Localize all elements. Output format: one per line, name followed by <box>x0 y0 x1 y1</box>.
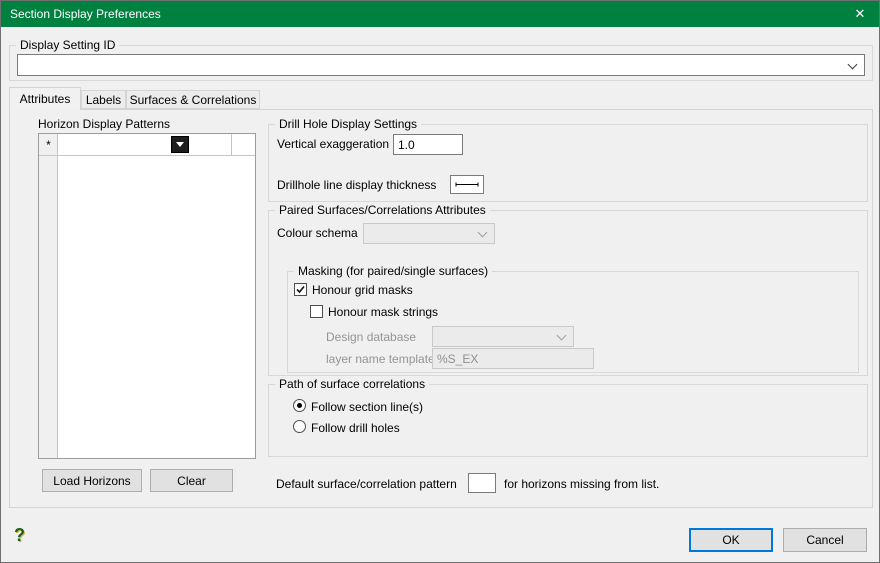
tab-attributes[interactable]: Attributes <box>9 87 81 110</box>
dropdown-arrow-icon <box>176 142 184 147</box>
tab-labels-label: Labels <box>86 93 121 107</box>
drill-hole-display-settings-title: Drill Hole Display Settings <box>275 117 421 132</box>
section-display-preferences-dialog: Section Display Preferences ✕ Display Se… <box>0 0 880 563</box>
default-pattern-suffix-label: for horizons missing from list. <box>504 477 659 491</box>
default-pattern-input[interactable] <box>468 473 496 493</box>
title-bar: Section Display Preferences <box>1 1 879 27</box>
close-button[interactable]: ✕ <box>841 1 879 27</box>
display-setting-id-label: Display Setting ID <box>16 38 119 53</box>
horizon-patterns-grid[interactable]: * <box>38 133 256 459</box>
layer-name-template-label: layer name template <box>326 352 435 366</box>
drillhole-line-thickness-label: Drillhole line display thickness <box>277 178 436 192</box>
grid-pattern-dropdown-button[interactable] <box>171 136 189 153</box>
honour-grid-masks-checkbox[interactable] <box>294 283 307 296</box>
path-of-surface-correlations-title: Path of surface correlations <box>275 377 429 392</box>
display-setting-id-combobox[interactable] <box>17 54 865 76</box>
colour-schema-label: Colour schema <box>277 226 358 240</box>
close-icon: ✕ <box>855 6 866 22</box>
default-pattern-label: Default surface/correlation pattern <box>276 477 457 491</box>
attributes-tab-panel: Horizon Display Patterns * Load Horizons… <box>9 109 873 508</box>
tab-attributes-label: Attributes <box>20 92 71 106</box>
honour-mask-strings-label: Honour mask strings <box>328 305 438 319</box>
tab-surfaces-correlations[interactable]: Surfaces & Correlations <box>126 90 260 109</box>
design-database-combobox[interactable] <box>432 326 574 347</box>
radio-dot-icon <box>297 403 302 408</box>
grid-row-divider <box>39 155 255 156</box>
display-setting-id-group: Display Setting ID <box>9 45 873 81</box>
follow-section-lines-label: Follow section line(s) <box>311 400 423 414</box>
path-of-surface-correlations-group: Path of surface correlations Follow sect… <box>268 384 868 457</box>
tab-labels[interactable]: Labels <box>81 90 126 109</box>
honour-grid-masks-label: Honour grid masks <box>312 283 413 297</box>
masking-group-title: Masking (for paired/single surfaces) <box>294 264 492 279</box>
help-icon[interactable]: ? <box>14 525 25 545</box>
follow-drill-holes-radio[interactable] <box>293 420 306 433</box>
grid-column-divider <box>231 134 232 155</box>
layer-name-template-input[interactable] <box>432 348 594 369</box>
clear-button[interactable]: Clear <box>150 469 233 492</box>
vertical-exaggeration-input[interactable] <box>393 134 463 155</box>
checkmark-icon <box>295 284 306 295</box>
drill-hole-display-settings-group: Drill Hole Display Settings Vertical exa… <box>268 124 868 202</box>
chevron-down-icon <box>478 228 488 238</box>
cancel-button[interactable]: Cancel <box>783 528 867 552</box>
line-thickness-button[interactable] <box>450 175 484 194</box>
line-sample-icon <box>452 177 482 192</box>
follow-section-lines-radio[interactable] <box>293 399 306 412</box>
ok-button[interactable]: OK <box>689 528 773 552</box>
tab-surfaces-correlations-label: Surfaces & Correlations <box>130 93 257 107</box>
paired-surfaces-correlations-group: Paired Surfaces/Correlations Attributes … <box>268 210 868 376</box>
colour-schema-combobox[interactable] <box>363 223 495 244</box>
honour-mask-strings-checkbox[interactable] <box>310 305 323 318</box>
follow-drill-holes-label: Follow drill holes <box>311 421 400 435</box>
grid-new-row-marker: * <box>39 138 58 152</box>
load-horizons-button[interactable]: Load Horizons <box>42 469 142 492</box>
design-database-label: Design database <box>326 330 416 344</box>
chevron-down-icon <box>557 331 567 341</box>
vertical-exaggeration-label: Vertical exaggeration <box>277 137 389 151</box>
chevron-down-icon <box>848 60 858 70</box>
paired-surfaces-correlations-title: Paired Surfaces/Correlations Attributes <box>275 203 490 218</box>
window-title: Section Display Preferences <box>10 7 161 21</box>
grid-row-header-column <box>39 134 58 458</box>
horizon-display-patterns-label: Horizon Display Patterns <box>38 117 170 131</box>
masking-group: Masking (for paired/single surfaces) Hon… <box>287 271 859 373</box>
